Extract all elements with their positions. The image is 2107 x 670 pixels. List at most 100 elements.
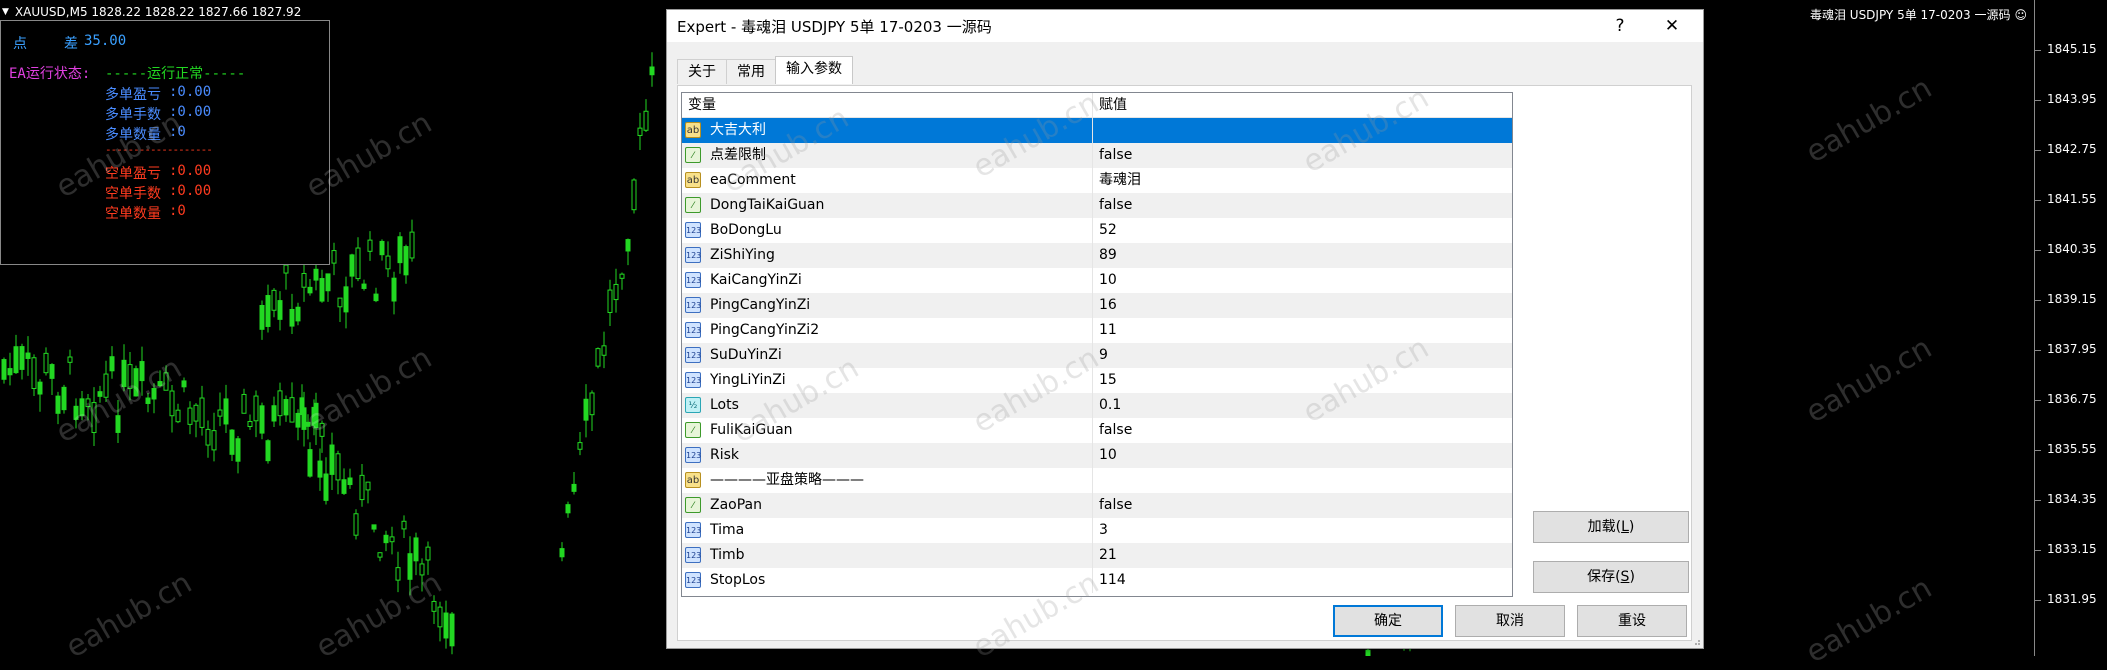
collapse-triangle-icon[interactable]: ▼ bbox=[2, 7, 9, 17]
candle-body bbox=[565, 504, 571, 514]
variable-cell[interactable]: ab ————亚盘策略——— bbox=[682, 468, 1090, 493]
candle-body bbox=[67, 356, 73, 363]
variable-cell[interactable]: ab eaComment bbox=[682, 168, 1090, 193]
tab-inputs[interactable]: 输入参数 bbox=[775, 56, 853, 84]
variable-cell[interactable]: 123 StopLos bbox=[682, 568, 1090, 593]
candle-body bbox=[401, 520, 407, 530]
save-button[interactable]: 保存(S) bbox=[1533, 561, 1689, 593]
value-cell[interactable]: 10 bbox=[1092, 443, 1502, 468]
help-button[interactable]: ? bbox=[1605, 14, 1635, 38]
input-parameters-table[interactable]: 变量 赋值 ab 大吉大利 ⁄ 点差限制 false ab eaComment 毒魂泪 ⁄ Don… bbox=[681, 92, 1513, 597]
value-cell[interactable]: 15 bbox=[1092, 368, 1502, 393]
variable-cell[interactable]: ⁄ DongTaiKaiGuan bbox=[682, 193, 1090, 218]
value-cell[interactable]: 9 bbox=[1092, 343, 1502, 368]
variable-name: PingCangYinZi bbox=[710, 297, 811, 313]
candle-body bbox=[295, 306, 301, 322]
sell-count-label: 空单数量 bbox=[105, 206, 161, 222]
dialog-titlebar[interactable]: Expert - 毒魂泪 USDJPY 5单 17-0203 一源码 ? ✕ bbox=[667, 10, 1703, 42]
column-header-variable[interactable]: 变量 bbox=[682, 93, 1092, 117]
candle-body bbox=[259, 405, 265, 434]
ok-button[interactable]: 确定 bbox=[1333, 605, 1443, 637]
variable-cell[interactable]: 123 SuDuYinZi bbox=[682, 343, 1090, 368]
candle-body bbox=[265, 295, 271, 327]
variable-cell[interactable]: 123 BoDongLu bbox=[682, 218, 1090, 243]
load-button[interactable]: 加载(L) bbox=[1533, 511, 1689, 543]
price-axis-label: 1842.75 bbox=[2047, 142, 2097, 156]
table-row[interactable]: ab eaComment 毒魂泪 bbox=[682, 168, 1512, 193]
value-cell[interactable] bbox=[1092, 118, 1502, 143]
table-row[interactable]: 123 YingLiYinZi 15 bbox=[682, 368, 1512, 393]
tab-about[interactable]: 关于 bbox=[677, 59, 727, 84]
price-axis-label: 1839.15 bbox=[2047, 292, 2097, 306]
table-row[interactable]: 123 Timb 21 bbox=[682, 543, 1512, 568]
variable-cell[interactable]: ⁄ 点差限制 bbox=[682, 143, 1090, 168]
variable-name: SuDuYinZi bbox=[710, 347, 782, 363]
variable-cell[interactable]: 123 Risk bbox=[682, 443, 1090, 468]
status-label: EA运行状态: bbox=[9, 66, 91, 82]
value-cell[interactable]: false bbox=[1092, 193, 1502, 218]
table-row[interactable]: 123 SuDuYinZi 9 bbox=[682, 343, 1512, 368]
table-row[interactable]: 123 KaiCangYinZi 10 bbox=[682, 268, 1512, 293]
reset-button[interactable]: 重设 bbox=[1577, 605, 1687, 637]
table-row[interactable]: ab 大吉大利 bbox=[682, 118, 1512, 143]
variable-cell[interactable]: 123 KaiCangYinZi bbox=[682, 268, 1090, 293]
candle-body bbox=[139, 361, 145, 382]
table-row[interactable]: 123 Risk 10 bbox=[682, 443, 1512, 468]
value-cell[interactable]: 52 bbox=[1092, 218, 1502, 243]
value-cell[interactable]: 毒魂泪 bbox=[1092, 168, 1502, 193]
value-cell[interactable]: 89 bbox=[1092, 243, 1502, 268]
price-axis-label: 1845.15 bbox=[2047, 42, 2097, 56]
value-cell[interactable]: 0.1 bbox=[1092, 393, 1502, 418]
variable-cell[interactable]: ½ Lots bbox=[682, 393, 1090, 418]
table-row[interactable]: ab ————亚盘策略——— bbox=[682, 468, 1512, 493]
variable-cell[interactable]: 123 ZiShiYing bbox=[682, 243, 1090, 268]
table-row[interactable]: 123 BoDongLu 52 bbox=[682, 218, 1512, 243]
variable-cell[interactable]: ⁄ FuliKaiGuan bbox=[682, 418, 1090, 443]
value-cell[interactable]: 11 bbox=[1092, 318, 1502, 343]
value-cell[interactable]: false bbox=[1092, 143, 1502, 168]
resize-grip-icon[interactable] bbox=[1691, 636, 1701, 646]
variable-cell[interactable]: 123 PingCangYinZi bbox=[682, 293, 1090, 318]
variable-cell[interactable]: ⁄ ZaoPan bbox=[682, 493, 1090, 518]
value-cell[interactable]: 16 bbox=[1092, 293, 1502, 318]
table-row[interactable]: ⁄ ZaoPan false bbox=[682, 493, 1512, 518]
candle-body bbox=[223, 398, 229, 425]
variable-name: BoDongLu bbox=[710, 222, 782, 238]
int-type-icon: 123 bbox=[685, 222, 701, 238]
variable-name: 大吉大利 bbox=[710, 122, 766, 138]
table-row[interactable]: 123 Tima 3 bbox=[682, 518, 1512, 543]
value-cell[interactable]: false bbox=[1092, 418, 1502, 443]
table-row[interactable]: 123 StopLos 114 bbox=[682, 568, 1512, 593]
candle-body bbox=[343, 286, 349, 313]
variable-cell[interactable]: 123 PingCangYinZi2 bbox=[682, 318, 1090, 343]
table-row[interactable]: 123 ZiShiYing 89 bbox=[682, 243, 1512, 268]
smiley-icon[interactable]: ☺ bbox=[2014, 8, 2027, 22]
table-row[interactable]: ½ Lots 0.1 bbox=[682, 393, 1512, 418]
value-cell[interactable]: 21 bbox=[1092, 543, 1502, 568]
variable-cell[interactable]: 123 Timb bbox=[682, 543, 1090, 568]
table-row[interactable]: ⁄ DongTaiKaiGuan false bbox=[682, 193, 1512, 218]
value-cell[interactable]: 3 bbox=[1092, 518, 1502, 543]
table-row[interactable]: ⁄ 点差限制 false bbox=[682, 143, 1512, 168]
column-header-value[interactable]: 赋值 bbox=[1092, 93, 1513, 117]
cancel-button[interactable]: 取消 bbox=[1455, 605, 1565, 637]
value-cell[interactable] bbox=[1092, 468, 1502, 493]
value-cell[interactable]: 10 bbox=[1092, 268, 1502, 293]
tab-common[interactable]: 常用 bbox=[726, 59, 776, 84]
value-cell[interactable]: false bbox=[1092, 493, 1502, 518]
table-row[interactable]: 123 PingCangYinZi 16 bbox=[682, 293, 1512, 318]
candle-body bbox=[307, 286, 313, 294]
expert-properties-dialog[interactable]: Expert - 毒魂泪 USDJPY 5单 17-0203 一源码 ? ✕ 关… bbox=[666, 9, 1704, 665]
close-button[interactable]: ✕ bbox=[1657, 14, 1687, 38]
candle-body bbox=[643, 110, 649, 131]
variable-cell[interactable]: ab 大吉大利 bbox=[682, 118, 1090, 143]
table-row[interactable]: ⁄ FuliKaiGuan false bbox=[682, 418, 1512, 443]
price-axis[interactable]: 1845.15 1843.95 1842.75 1841.55 1840.35 1839.… bbox=[2034, 0, 2107, 656]
price-tick bbox=[2035, 350, 2041, 351]
variable-cell[interactable]: 123 Tima bbox=[682, 518, 1090, 543]
table-row[interactable]: 123 PingCangYinZi2 11 bbox=[682, 318, 1512, 343]
variable-cell[interactable]: 123 YingLiYinZi bbox=[682, 368, 1090, 393]
candle-body bbox=[559, 548, 565, 558]
variable-name: eaComment bbox=[710, 172, 796, 188]
value-cell[interactable]: 114 bbox=[1092, 568, 1502, 593]
